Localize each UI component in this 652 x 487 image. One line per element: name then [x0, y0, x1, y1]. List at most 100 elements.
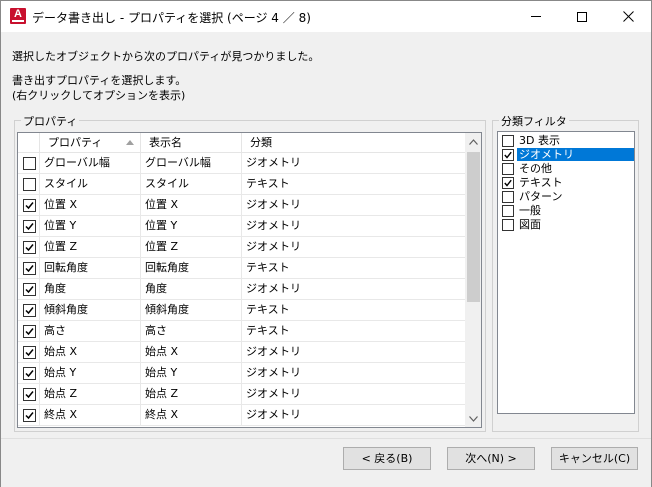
found-properties-message: 選択したオブジェクトから次のプロパティが見つかりました。: [12, 50, 320, 63]
row-display-name[interactable]: 位置 Z: [141, 237, 242, 257]
filter-item[interactable]: パターン: [500, 190, 634, 204]
row-property: 始点 X: [40, 342, 141, 362]
row-display-name[interactable]: 終点 X: [141, 405, 242, 425]
row-display-name[interactable]: スタイル: [141, 174, 242, 194]
scroll-thumb[interactable]: [467, 152, 480, 302]
category-filter-label: 分類フィルタ: [499, 113, 569, 129]
row-display-name[interactable]: 位置 Y: [141, 216, 242, 236]
row-category: ジオメトリ: [246, 156, 301, 169]
row-checkbox[interactable]: [23, 262, 36, 275]
filter-checkbox[interactable]: [502, 149, 514, 161]
back-button[interactable]: < 戻る(B): [343, 447, 431, 470]
filter-label: ジオメトリ: [517, 148, 634, 161]
table-row[interactable]: 始点 Y 始点 Y ジオメトリ: [18, 363, 465, 384]
data-extraction-dialog: A データ書き出し - プロパティを選択 (ページ 4 ／ 8) 選択したオブジ…: [0, 0, 652, 487]
table-row[interactable]: 高さ 高さ テキスト: [18, 321, 465, 342]
filter-item[interactable]: その他: [500, 162, 634, 176]
row-display-name[interactable]: グローバル幅: [141, 153, 242, 173]
filter-item[interactable]: 図面: [500, 218, 634, 232]
row-category: ジオメトリ: [246, 345, 301, 358]
row-display-name[interactable]: 回転角度: [141, 258, 242, 278]
chevron-up-icon: [469, 138, 478, 145]
checkmark-icon: [25, 202, 34, 210]
row-display-name[interactable]: 高さ: [141, 321, 242, 341]
maximize-button[interactable]: [559, 1, 605, 32]
row-checkbox[interactable]: [23, 157, 36, 170]
filter-label: 3D 表示: [519, 134, 560, 147]
table-row[interactable]: グローバル幅 グローバル幅 ジオメトリ: [18, 153, 465, 174]
row-checkbox[interactable]: [23, 367, 36, 380]
row-display-name[interactable]: 始点 X: [141, 342, 242, 362]
row-display-name[interactable]: 傾斜角度: [141, 300, 242, 320]
header-category[interactable]: 分類: [242, 133, 465, 153]
grid-rows: グローバル幅 グローバル幅 ジオメトリ スタイル スタイル テキスト 位置 X 位置 X ジオメ…: [18, 153, 465, 426]
row-check-cell: [18, 195, 40, 215]
row-checkbox[interactable]: [23, 220, 36, 233]
row-checkbox[interactable]: [23, 241, 36, 254]
checkmark-icon: [25, 349, 34, 357]
row-display-name[interactable]: 始点 Y: [141, 363, 242, 383]
table-row[interactable]: 位置 X 位置 X ジオメトリ: [18, 195, 465, 216]
row-check-cell: [18, 342, 40, 362]
row-checkbox[interactable]: [23, 346, 36, 359]
filter-checkbox[interactable]: [502, 163, 514, 175]
table-row[interactable]: 始点 X 始点 X ジオメトリ: [18, 342, 465, 363]
row-property: 高さ: [40, 321, 141, 341]
row-category: テキスト: [246, 303, 290, 316]
checkmark-icon: [25, 328, 34, 336]
title-bar[interactable]: A データ書き出し - プロパティを選択 (ページ 4 ／ 8): [1, 1, 651, 32]
filter-label: 一般: [519, 204, 541, 217]
row-display-name[interactable]: 始点 Z: [141, 384, 242, 404]
table-row[interactable]: 傾斜角度 傾斜角度 テキスト: [18, 300, 465, 321]
properties-scrollbar[interactable]: [465, 133, 481, 427]
category-filter-list[interactable]: 3D 表示 ジオメトリ その他 テキスト パターン 一般 図面: [497, 131, 635, 414]
table-row[interactable]: 終点 X 終点 X ジオメトリ: [18, 405, 465, 426]
row-property: 始点 Y: [40, 363, 141, 383]
filter-checkbox[interactable]: [502, 205, 514, 217]
row-check-cell: [18, 384, 40, 404]
table-row[interactable]: スタイル スタイル テキスト: [18, 174, 465, 195]
filter-checkbox[interactable]: [502, 191, 514, 203]
row-display-name[interactable]: 位置 X: [141, 195, 242, 215]
header-property[interactable]: プロパティ: [40, 133, 141, 153]
row-display-name[interactable]: 角度: [141, 279, 242, 299]
row-property: スタイル: [40, 174, 141, 194]
filter-label: パターン: [519, 190, 563, 203]
header-display-name[interactable]: 表示名: [141, 133, 242, 153]
row-checkbox[interactable]: [23, 199, 36, 212]
row-check-cell: [18, 300, 40, 320]
row-checkbox[interactable]: [23, 325, 36, 338]
filter-checkbox[interactable]: [502, 219, 514, 231]
row-checkbox[interactable]: [23, 304, 36, 317]
row-checkbox[interactable]: [23, 409, 36, 422]
properties-grid[interactable]: プロパティ 表示名 分類 グローバル幅 グローバル幅 ジオメトリ スタイル スタイル テキ…: [17, 132, 482, 428]
table-row[interactable]: 位置 Y 位置 Y ジオメトリ: [18, 216, 465, 237]
cancel-button[interactable]: キャンセル(C): [551, 447, 638, 470]
scroll-down-button[interactable]: [465, 410, 481, 427]
row-checkbox[interactable]: [23, 178, 36, 191]
row-checkbox[interactable]: [23, 283, 36, 296]
table-row[interactable]: 始点 Z 始点 Z ジオメトリ: [18, 384, 465, 405]
header-check-column[interactable]: [18, 133, 40, 153]
table-row[interactable]: 角度 角度 ジオメトリ: [18, 279, 465, 300]
filter-item[interactable]: テキスト: [500, 176, 634, 190]
close-button[interactable]: [605, 1, 651, 32]
next-button[interactable]: 次へ(N) >: [447, 447, 535, 470]
filter-item[interactable]: 一般: [500, 204, 634, 218]
table-row[interactable]: 回転角度 回転角度 テキスト: [18, 258, 465, 279]
checkmark-icon: [25, 307, 34, 315]
table-row[interactable]: 位置 Z 位置 Z ジオメトリ: [18, 237, 465, 258]
filter-item[interactable]: ジオメトリ: [500, 148, 634, 162]
row-category: ジオメトリ: [246, 198, 301, 211]
minimize-button[interactable]: [513, 1, 559, 32]
filter-checkbox[interactable]: [502, 135, 514, 147]
scroll-up-button[interactable]: [465, 133, 481, 150]
filter-item[interactable]: 3D 表示: [500, 134, 634, 148]
checkmark-icon: [25, 244, 34, 252]
row-checkbox[interactable]: [23, 388, 36, 401]
row-check-cell: [18, 216, 40, 236]
sort-ascending-icon: [126, 140, 134, 145]
row-property: 角度: [40, 279, 141, 299]
filter-checkbox[interactable]: [502, 177, 514, 189]
row-property: グローバル幅: [40, 153, 141, 173]
